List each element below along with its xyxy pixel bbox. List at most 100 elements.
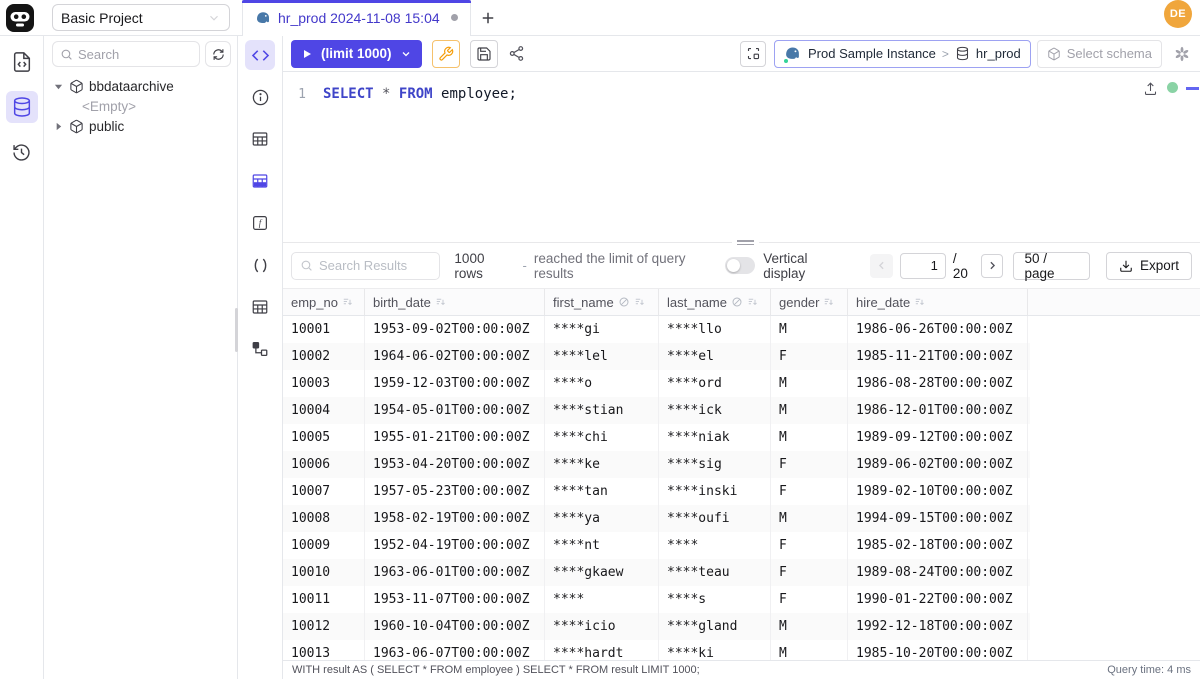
vertical-display-toggle[interactable] <box>725 257 755 274</box>
column-header-emp_no[interactable]: emp_no <box>283 289 365 315</box>
table-cell[interactable]: ****lel <box>545 343 659 370</box>
table-cell[interactable]: M <box>771 397 848 424</box>
table-row[interactable]: 100081958-02-19T00:00:00Z****ya****oufiM… <box>283 505 1030 532</box>
table-row[interactable]: 100031959-12-03T00:00:00Z****o****ordM19… <box>283 370 1030 397</box>
table-cell[interactable]: 1959-12-03T00:00:00Z <box>365 370 545 397</box>
table-cell[interactable]: ****nt <box>545 532 659 559</box>
table-cell[interactable]: M <box>771 424 848 451</box>
table-cell[interactable]: 1985-11-21T00:00:00Z <box>848 343 1028 370</box>
table-cell[interactable]: F <box>771 532 848 559</box>
table-cell[interactable]: F <box>771 559 848 586</box>
column-header-last_name[interactable]: last_name <box>659 289 771 315</box>
table-cell[interactable]: 10008 <box>283 505 365 532</box>
connection-breadcrumb[interactable]: Prod Sample Instance > hr_prod <box>774 40 1031 68</box>
table-row[interactable]: 100041954-05-01T00:00:00Z****stian****ic… <box>283 397 1030 424</box>
column-header-hire_date[interactable]: hire_date <box>848 289 1028 315</box>
table-cell[interactable]: 1989-09-12T00:00:00Z <box>848 424 1028 451</box>
bytebase-logo-icon[interactable] <box>6 4 34 32</box>
panel-resize-handle[interactable] <box>732 238 759 247</box>
table-cell[interactable]: 1963-06-01T00:00:00Z <box>365 559 545 586</box>
table-cell[interactable]: 1953-11-07T00:00:00Z <box>365 586 545 613</box>
table-cell[interactable]: 1986-08-28T00:00:00Z <box>848 370 1028 397</box>
table-row[interactable]: 100061953-04-20T00:00:00Z****ke****sigF1… <box>283 451 1030 478</box>
table-cell[interactable]: ****gkaew <box>545 559 659 586</box>
table-row[interactable]: 100091952-04-19T00:00:00Z****nt****F1985… <box>283 532 1030 559</box>
table-cell[interactable]: 1986-06-26T00:00:00Z <box>848 316 1028 343</box>
sort-icon[interactable] <box>435 296 447 308</box>
table-cell[interactable]: 10006 <box>283 451 365 478</box>
table-cell[interactable]: ****ord <box>659 370 771 397</box>
info-icon[interactable] <box>245 82 275 112</box>
table-cell[interactable]: 1985-02-18T00:00:00Z <box>848 532 1028 559</box>
page-size-selector[interactable]: 50 / page <box>1013 252 1090 280</box>
table-cell[interactable]: ****niak <box>659 424 771 451</box>
table-cell[interactable]: 10007 <box>283 478 365 505</box>
table-cell[interactable]: M <box>771 640 848 660</box>
tables-icon[interactable] <box>245 124 275 154</box>
table-cell[interactable]: 10001 <box>283 316 365 343</box>
table-cell[interactable]: 1953-09-02T00:00:00Z <box>365 316 545 343</box>
table-row[interactable]: 100071957-05-23T00:00:00Z****tan****insk… <box>283 478 1030 505</box>
sort-icon[interactable] <box>634 296 646 308</box>
refresh-icon[interactable] <box>205 41 231 67</box>
table-cell[interactable]: **** <box>545 586 659 613</box>
code-panel-icon[interactable] <box>245 40 275 70</box>
table-cell[interactable]: 10010 <box>283 559 365 586</box>
tree-item-public[interactable]: public <box>52 116 231 136</box>
table-cell[interactable]: ****ke <box>545 451 659 478</box>
table-cell[interactable]: ****inski <box>659 478 771 505</box>
worksheet-icon[interactable] <box>6 46 38 78</box>
table-cell[interactable]: 10011 <box>283 586 365 613</box>
table-cell[interactable]: ****gi <box>545 316 659 343</box>
table-cell[interactable]: ****tan <box>545 478 659 505</box>
sort-icon[interactable] <box>747 296 759 308</box>
column-header-gender[interactable]: gender <box>771 289 848 315</box>
table-cell[interactable]: F <box>771 451 848 478</box>
table-cell[interactable]: ****s <box>659 586 771 613</box>
views-icon[interactable] <box>245 292 275 322</box>
table-cell[interactable]: 1985-10-20T00:00:00Z <box>848 640 1028 660</box>
table-cell[interactable]: 10005 <box>283 424 365 451</box>
external-tables-icon[interactable] <box>245 166 275 196</box>
history-icon[interactable] <box>6 136 38 168</box>
export-button[interactable]: Export <box>1106 252 1192 280</box>
table-cell[interactable]: 1989-06-02T00:00:00Z <box>848 451 1028 478</box>
table-cell[interactable]: 1992-12-18T00:00:00Z <box>848 613 1028 640</box>
table-cell[interactable]: M <box>771 316 848 343</box>
table-cell[interactable]: 10013 <box>283 640 365 660</box>
table-cell[interactable]: ****icio <box>545 613 659 640</box>
table-cell[interactable]: 1986-12-01T00:00:00Z <box>848 397 1028 424</box>
table-cell[interactable]: F <box>771 478 848 505</box>
new-tab-button[interactable] <box>471 0 505 36</box>
run-query-button[interactable]: (limit 1000) <box>291 40 422 68</box>
project-selector[interactable]: Basic Project <box>52 4 230 31</box>
table-cell[interactable]: 10002 <box>283 343 365 370</box>
user-avatar[interactable]: DE <box>1164 0 1192 28</box>
table-row[interactable]: 100011953-09-02T00:00:00Z****gi****lloM1… <box>283 316 1030 343</box>
tab-hr-prod[interactable]: hr_prod 2024-11-08 15:04 <box>242 0 471 36</box>
column-header-birth_date[interactable]: birth_date <box>365 289 545 315</box>
functions-icon[interactable]: f <box>245 208 275 238</box>
table-cell[interactable]: F <box>771 586 848 613</box>
table-cell[interactable]: 1989-08-24T00:00:00Z <box>848 559 1028 586</box>
batch-query-button[interactable] <box>740 41 766 67</box>
table-cell[interactable]: ****llo <box>659 316 771 343</box>
table-cell[interactable]: ****gland <box>659 613 771 640</box>
save-button[interactable] <box>470 40 498 68</box>
results-search-input[interactable] <box>319 258 431 273</box>
table-cell[interactable]: 10003 <box>283 370 365 397</box>
table-cell[interactable]: 1954-05-01T00:00:00Z <box>365 397 545 424</box>
table-cell[interactable]: 1958-02-19T00:00:00Z <box>365 505 545 532</box>
explorer-scrollbar[interactable] <box>235 308 238 352</box>
column-header-first_name[interactable]: first_name <box>545 289 659 315</box>
sort-icon[interactable] <box>342 296 354 308</box>
table-cell[interactable]: ****ya <box>545 505 659 532</box>
table-cell[interactable]: ****hardt <box>545 640 659 660</box>
table-cell[interactable]: 1963-06-07T00:00:00Z <box>365 640 545 660</box>
procedures-icon[interactable] <box>245 250 275 280</box>
ai-assistant-icon[interactable] <box>1172 44 1192 64</box>
table-cell[interactable]: 1990-01-22T00:00:00Z <box>848 586 1028 613</box>
table-row[interactable]: 100101963-06-01T00:00:00Z****gkaew****te… <box>283 559 1030 586</box>
page-number-input[interactable] <box>900 253 946 279</box>
share-button[interactable] <box>508 45 525 62</box>
